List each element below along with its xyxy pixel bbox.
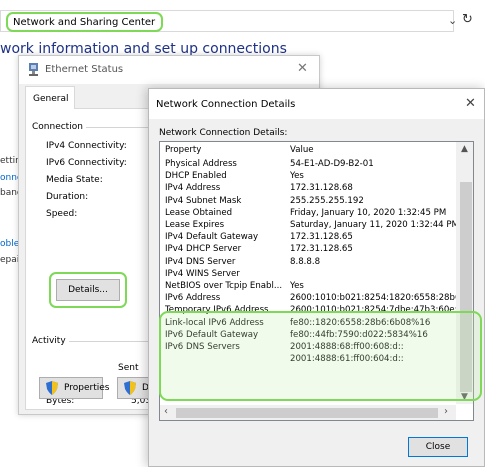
close-icon[interactable]: ✕ bbox=[465, 96, 476, 111]
column-header-value[interactable]: Value bbox=[290, 145, 314, 155]
value-cell: 255.255.255.192 bbox=[290, 195, 364, 206]
ipv6-rows-highlight bbox=[159, 311, 482, 401]
value-cell: 2600:1010:b021:8254:1820:6558:28b6:6b0 bbox=[290, 293, 456, 304]
value-cell: 172.31.128.65 bbox=[290, 244, 353, 255]
table-row[interactable]: IPv6 Address 2600:1010:b021:8254:1820:655… bbox=[160, 293, 456, 305]
address-bar[interactable]: Network and Sharing Center ⌄ ↻ bbox=[0, 8, 485, 34]
value-cell: 54-E1-AD-D9-B2-01 bbox=[290, 159, 374, 169]
scroll-right-icon[interactable]: › bbox=[444, 406, 448, 417]
media-state-label: Media State: bbox=[46, 175, 103, 185]
ipv4-connectivity-label: IPv4 Connectivity: bbox=[46, 141, 127, 151]
duration-label: Duration: bbox=[46, 192, 89, 202]
horizontal-scroll-thumb[interactable] bbox=[176, 408, 438, 418]
table-row[interactable]: IPv4 DHCP Server 172.31.128.65 bbox=[160, 244, 456, 256]
shield-icon bbox=[124, 381, 136, 395]
column-header-property[interactable]: Property bbox=[165, 145, 201, 155]
activity-group-label: Activity bbox=[32, 336, 69, 346]
value-cell: Friday, January 10, 2020 1:32:45 PM bbox=[290, 207, 447, 218]
left-link-fragment[interactable]: oble bbox=[0, 239, 19, 249]
sent-label: Sent bbox=[118, 363, 139, 373]
address-location[interactable]: Network and Sharing Center bbox=[6, 12, 164, 32]
table-row[interactable]: DHCP Enabled Yes bbox=[160, 171, 456, 183]
property-cell: IPv6 Address bbox=[165, 293, 221, 304]
table-row[interactable]: Lease Obtained Friday, January 10, 2020 1… bbox=[160, 208, 456, 220]
tab-general[interactable]: General bbox=[25, 86, 75, 109]
ethernet-titlebar: Ethernet Status ✕ bbox=[19, 56, 319, 84]
details-list-label: Network Connection Details: bbox=[159, 128, 288, 138]
properties-label: Properties bbox=[64, 383, 110, 393]
property-cell: Lease Expires bbox=[165, 220, 225, 230]
property-cell: IPv4 Subnet Mask bbox=[165, 195, 242, 206]
property-cell: NetBIOS over Tcpip Enabl... bbox=[165, 281, 283, 291]
property-cell: IPv4 DNS Server bbox=[165, 256, 236, 267]
network-adapter-icon bbox=[29, 63, 38, 76]
details-titlebar: Network Connection Details ✕ bbox=[149, 89, 484, 119]
close-icon[interactable]: ✕ bbox=[297, 61, 308, 76]
property-cell: Lease Obtained bbox=[165, 207, 233, 218]
value-cell: Yes bbox=[290, 171, 304, 182]
property-cell: IPv4 WINS Server bbox=[165, 268, 240, 279]
value-cell: 172.31.128.68 bbox=[290, 183, 353, 194]
property-cell: IPv4 Address bbox=[165, 183, 221, 194]
property-cell: IPv4 Default Gateway bbox=[165, 232, 259, 243]
property-cell: IPv4 DHCP Server bbox=[165, 244, 242, 255]
table-row[interactable]: IPv4 Subnet Mask 255.255.255.192 bbox=[160, 196, 456, 208]
table-row[interactable]: IPv4 WINS Server bbox=[160, 269, 456, 281]
value-cell: Yes bbox=[290, 281, 304, 291]
property-cell: DHCP Enabled bbox=[165, 171, 227, 182]
close-button[interactable]: Close bbox=[408, 437, 468, 457]
table-row[interactable]: IPv4 DNS Server 8.8.8.8 bbox=[160, 257, 456, 269]
details-button[interactable]: Details... bbox=[56, 279, 120, 301]
table-row[interactable]: NetBIOS over Tcpip Enabl... Yes bbox=[160, 281, 456, 293]
speed-label: Speed: bbox=[46, 209, 78, 219]
details-title: Network Connection Details bbox=[156, 99, 296, 110]
scroll-up-icon[interactable]: ▲ bbox=[461, 144, 468, 154]
table-row[interactable]: Lease Expires Saturday, January 11, 2020 … bbox=[160, 220, 456, 232]
value-cell: Saturday, January 11, 2020 1:32:44 PM bbox=[290, 220, 456, 230]
connection-group-label: Connection bbox=[32, 122, 86, 132]
refresh-icon[interactable]: ↻ bbox=[462, 12, 473, 27]
list-header: Property Value bbox=[160, 145, 456, 157]
property-cell: Physical Address bbox=[165, 159, 237, 169]
ipv6-connectivity-label: IPv6 Connectivity: bbox=[46, 158, 127, 168]
table-row[interactable]: IPv4 Address 172.31.128.68 bbox=[160, 183, 456, 195]
value-cell: 172.31.128.65 bbox=[290, 232, 353, 243]
ethernet-title: Ethernet Status bbox=[45, 64, 124, 75]
table-row[interactable]: Physical Address 54-E1-AD-D9-B2-01 bbox=[160, 159, 456, 171]
properties-button[interactable]: Properties bbox=[39, 377, 109, 399]
scroll-left-icon[interactable]: ‹ bbox=[164, 406, 168, 417]
network-connection-details-window: Network Connection Details ✕ Network Con… bbox=[148, 88, 485, 467]
chevron-down-icon[interactable]: ⌄ bbox=[448, 14, 457, 27]
shield-icon bbox=[46, 381, 58, 395]
value-cell: 8.8.8.8 bbox=[290, 256, 321, 267]
table-row[interactable]: IPv4 Default Gateway 172.31.128.65 bbox=[160, 232, 456, 244]
